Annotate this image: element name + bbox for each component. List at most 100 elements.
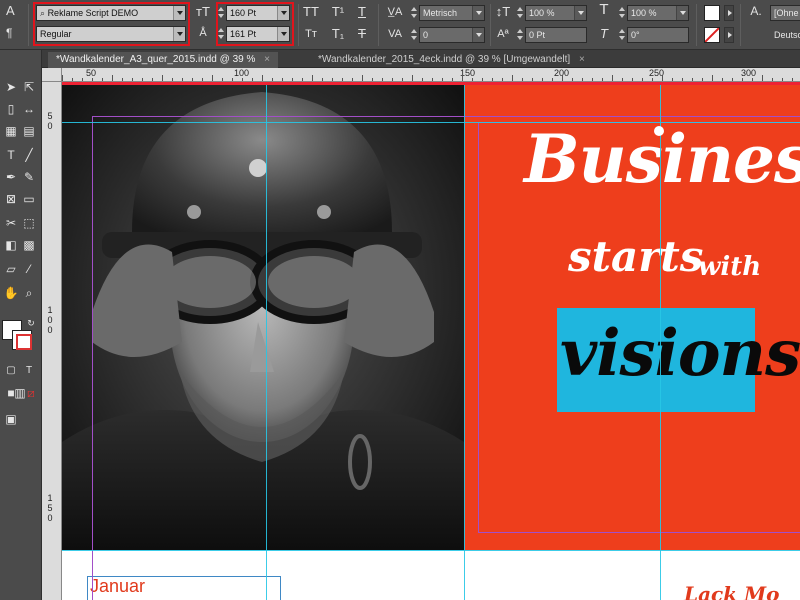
chevron-down-icon[interactable] [277, 27, 289, 41]
vertical-ruler[interactable]: 5 0 1 0 0 1 5 0 [42, 82, 62, 600]
free-transform-icon[interactable]: ⬚ [20, 214, 38, 232]
gradient-swatch-icon[interactable]: ◧ [2, 236, 20, 254]
ruler-tick [262, 75, 263, 81]
document-canvas[interactable]: Business starts with visions Januar Lack… [62, 82, 800, 600]
font-family-value: Reklame Script DEMO [47, 8, 139, 18]
skew-field[interactable]: 0° [627, 27, 689, 43]
leading-field[interactable]: 161 Pt [226, 26, 290, 42]
language-dropdown[interactable]: Deutsc [770, 27, 800, 43]
screen-mode-icon[interactable]: ▣ [2, 410, 20, 428]
ruler-tick [522, 78, 523, 81]
ruler-origin[interactable] [42, 68, 62, 82]
rectangle-icon[interactable]: ▭ [20, 190, 38, 208]
vertical-scale-value: 100 % [529, 8, 555, 18]
eyedropper-icon[interactable]: ⁄ [20, 260, 38, 278]
ruler-tick [182, 78, 183, 81]
ruler-tick [372, 78, 373, 81]
strikethrough-icon[interactable]: T [354, 27, 370, 41]
vertical-scale-stepper[interactable] [516, 5, 524, 21]
stroke-swatch[interactable] [12, 330, 32, 350]
horizontal-scale-field[interactable]: 100 % [627, 5, 689, 21]
stroke-color-menu-button[interactable] [724, 27, 734, 43]
chevron-down-icon[interactable] [574, 6, 586, 20]
horizontal-ruler[interactable]: 50 100 150 200 250 300 [62, 68, 800, 82]
bottom-right-text[interactable]: Lack Mo [684, 582, 780, 600]
ruler-tick [102, 78, 103, 81]
selection-tool-icon[interactable]: ➤ [2, 78, 20, 96]
chevron-down-icon[interactable] [173, 27, 185, 41]
character-style-dropdown[interactable]: [Ohne [770, 5, 800, 21]
ruler-tick [62, 75, 63, 81]
page-tool-icon[interactable]: ▯ [2, 100, 20, 118]
font-style-dropdown[interactable]: Regular [36, 26, 186, 42]
ruler-tick [112, 75, 113, 81]
fill-color-menu-button[interactable] [724, 5, 734, 21]
swap-colors-icon[interactable]: ↻ [22, 314, 40, 332]
chevron-down-icon[interactable] [472, 28, 484, 42]
scissors-icon[interactable]: ✂ [2, 214, 20, 232]
formatting-container-icon[interactable]: ▢ [2, 362, 20, 380]
chevron-down-icon[interactable] [676, 6, 688, 20]
horizontal-scale-stepper[interactable] [618, 5, 626, 21]
baseline-shift-stepper[interactable] [516, 27, 524, 43]
gradient-feather-icon[interactable]: ▩ [20, 236, 38, 254]
leading-stepper[interactable] [217, 26, 225, 42]
kerning-dropdown[interactable]: Metrisch [419, 5, 485, 21]
tab-wandkalender-4eck[interactable]: *Wandkalender_2015_4eck.indd @ 39 % [Umg… [310, 52, 593, 68]
headline-with[interactable]: with [698, 252, 761, 282]
chevron-down-icon[interactable] [472, 6, 484, 20]
small-caps-icon[interactable]: Tᴛ [303, 27, 319, 41]
tab-label: *Wandkalender_A3_quer_2015.indd @ 39 % [56, 54, 256, 65]
headline-visions[interactable]: visions [560, 316, 800, 391]
zoom-icon[interactable]: ⌕ [20, 284, 38, 302]
underline-icon[interactable]: T [354, 5, 370, 19]
headline-business[interactable]: Business [524, 120, 800, 198]
superscript-icon[interactable]: T¹ [330, 5, 346, 19]
baseline-shift-field[interactable]: 0 Pt [525, 27, 587, 43]
vertical-scale-field[interactable]: 100 % [525, 5, 587, 21]
content-collector-icon[interactable]: ▦ [2, 122, 20, 140]
line-icon[interactable]: ╱ [20, 146, 38, 164]
pen-icon[interactable]: ✒ [2, 168, 20, 186]
ruler-tick [652, 78, 653, 81]
all-caps-icon[interactable]: TT [303, 5, 319, 19]
close-icon[interactable]: × [264, 54, 270, 65]
kerning-stepper[interactable] [410, 5, 418, 21]
ruler-tick [732, 78, 733, 81]
ruler-tick [252, 78, 253, 81]
rectangle-frame-icon[interactable]: ⊠ [2, 190, 20, 208]
hand-icon[interactable]: ✋ [2, 284, 20, 302]
font-family-dropdown[interactable]: ⌕ Reklame Script DEMO [36, 5, 186, 21]
apply-none-icon[interactable]: ⧄ [22, 384, 40, 402]
gap-tool-icon[interactable]: ↔ [20, 100, 38, 118]
type-icon[interactable]: T [2, 146, 20, 164]
headline-starts[interactable]: starts [568, 232, 703, 281]
tab-wandkalender-a3[interactable]: *Wandkalender_A3_quer_2015.indd @ 39 % × [48, 52, 278, 68]
ruler-tick [562, 75, 563, 81]
character-mode-icon[interactable]: A [6, 4, 15, 18]
font-size-stepper[interactable] [217, 5, 225, 21]
fill-color-swatch[interactable] [704, 5, 720, 21]
subscript-icon[interactable]: T₁ [330, 27, 346, 41]
chevron-down-icon[interactable] [173, 6, 185, 20]
skew-stepper[interactable] [618, 27, 626, 43]
pencil-icon[interactable]: ✎ [20, 168, 38, 186]
font-size-field[interactable]: 160 Pt [226, 5, 290, 21]
leading-value: 161 Pt [230, 29, 257, 39]
content-placer-icon[interactable]: ▤ [20, 122, 38, 140]
separator [696, 4, 697, 46]
ruler-tick [292, 78, 293, 81]
close-icon[interactable]: × [579, 54, 585, 65]
direct-selection-icon[interactable]: ⇱ [20, 78, 38, 96]
formatting-text-icon[interactable]: T [20, 362, 38, 380]
stroke-color-swatch[interactable] [704, 27, 720, 43]
paragraph-mode-icon[interactable]: ¶ [6, 26, 12, 40]
ruler-tick [532, 78, 533, 81]
month-label[interactable]: Januar [90, 576, 145, 597]
biker-photo[interactable] [62, 82, 464, 550]
tracking-stepper[interactable] [410, 27, 418, 43]
tracking-dropdown[interactable]: 0 [419, 27, 485, 43]
chevron-down-icon[interactable] [277, 6, 289, 20]
separator [490, 4, 491, 46]
note-icon[interactable]: ▱ [2, 260, 20, 278]
